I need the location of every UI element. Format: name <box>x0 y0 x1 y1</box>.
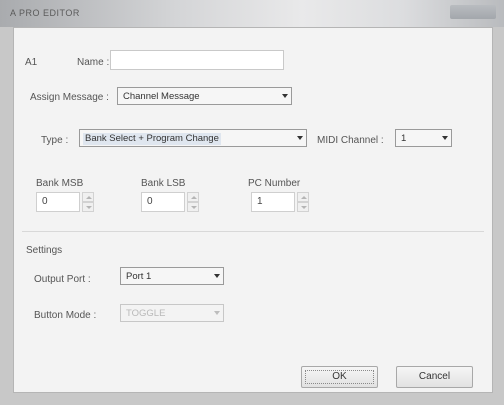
chevron-down-icon <box>282 94 288 98</box>
bank-msb-label: Bank MSB <box>36 178 84 189</box>
pc-number-input[interactable]: 1 <box>251 192 295 212</box>
type-label: Type : <box>41 135 69 146</box>
output-port-value: Port 1 <box>126 271 152 282</box>
chevron-down-icon <box>214 274 220 278</box>
pc-number-label: PC Number <box>248 178 301 189</box>
window-title: A PRO EDITOR <box>10 8 80 18</box>
bank-lsb-stepper[interactable]: 0 <box>141 192 201 212</box>
title-bar[interactable]: A PRO EDITOR <box>0 0 504 27</box>
midi-channel-value: 1 <box>401 133 407 144</box>
output-port-select[interactable]: Port 1 <box>120 267 224 285</box>
button-mode-select[interactable]: TOGGLE <box>120 304 224 322</box>
bank-lsb-input[interactable]: 0 <box>141 192 185 212</box>
ok-button-label: OK <box>332 371 347 382</box>
bank-msb-input[interactable]: 0 <box>36 192 80 212</box>
bank-lsb-spin-buttons <box>187 192 199 212</box>
ok-button[interactable]: OK <box>301 366 378 388</box>
close-button[interactable] <box>450 5 496 19</box>
editor-window: A PRO EDITOR A1 Name : Assign Message : … <box>0 0 504 405</box>
pc-number-stepper[interactable]: 1 <box>251 192 311 212</box>
output-port-label: Output Port : <box>34 274 91 285</box>
chevron-down-icon <box>442 136 448 140</box>
cancel-button-label: Cancel <box>418 371 451 382</box>
spin-down-icon[interactable] <box>297 202 309 212</box>
spin-down-icon[interactable] <box>82 202 94 212</box>
dialog-body: A1 Name : Assign Message : Channel Messa… <box>13 27 493 393</box>
spin-up-icon[interactable] <box>297 192 309 202</box>
spin-down-icon[interactable] <box>187 202 199 212</box>
spin-up-icon[interactable] <box>187 192 199 202</box>
chevron-down-icon <box>214 311 220 315</box>
bank-msb-spin-buttons <box>82 192 94 212</box>
button-mode-label: Button Mode : <box>34 310 97 321</box>
settings-heading: Settings <box>26 245 63 256</box>
bank-lsb-label: Bank LSB <box>141 178 186 189</box>
settings-divider <box>22 231 484 232</box>
name-label: Name : <box>77 57 110 68</box>
assign-message-value: Channel Message <box>123 91 200 102</box>
cancel-button[interactable]: Cancel <box>396 366 473 388</box>
chevron-down-icon <box>297 136 303 140</box>
index-label: A1 <box>25 57 38 68</box>
assign-message-label: Assign Message : <box>30 92 109 103</box>
pc-number-spin-buttons <box>297 192 309 212</box>
name-input[interactable] <box>110 50 284 70</box>
button-mode-value: TOGGLE <box>126 308 166 319</box>
bank-msb-stepper[interactable]: 0 <box>36 192 96 212</box>
spin-up-icon[interactable] <box>82 192 94 202</box>
type-value: Bank Select + Program Change <box>83 133 221 145</box>
midi-channel-select[interactable]: 1 <box>395 129 452 147</box>
assign-message-select[interactable]: Channel Message <box>117 87 292 105</box>
type-select[interactable]: Bank Select + Program Change <box>79 129 307 147</box>
midi-channel-label: MIDI Channel : <box>317 135 384 146</box>
